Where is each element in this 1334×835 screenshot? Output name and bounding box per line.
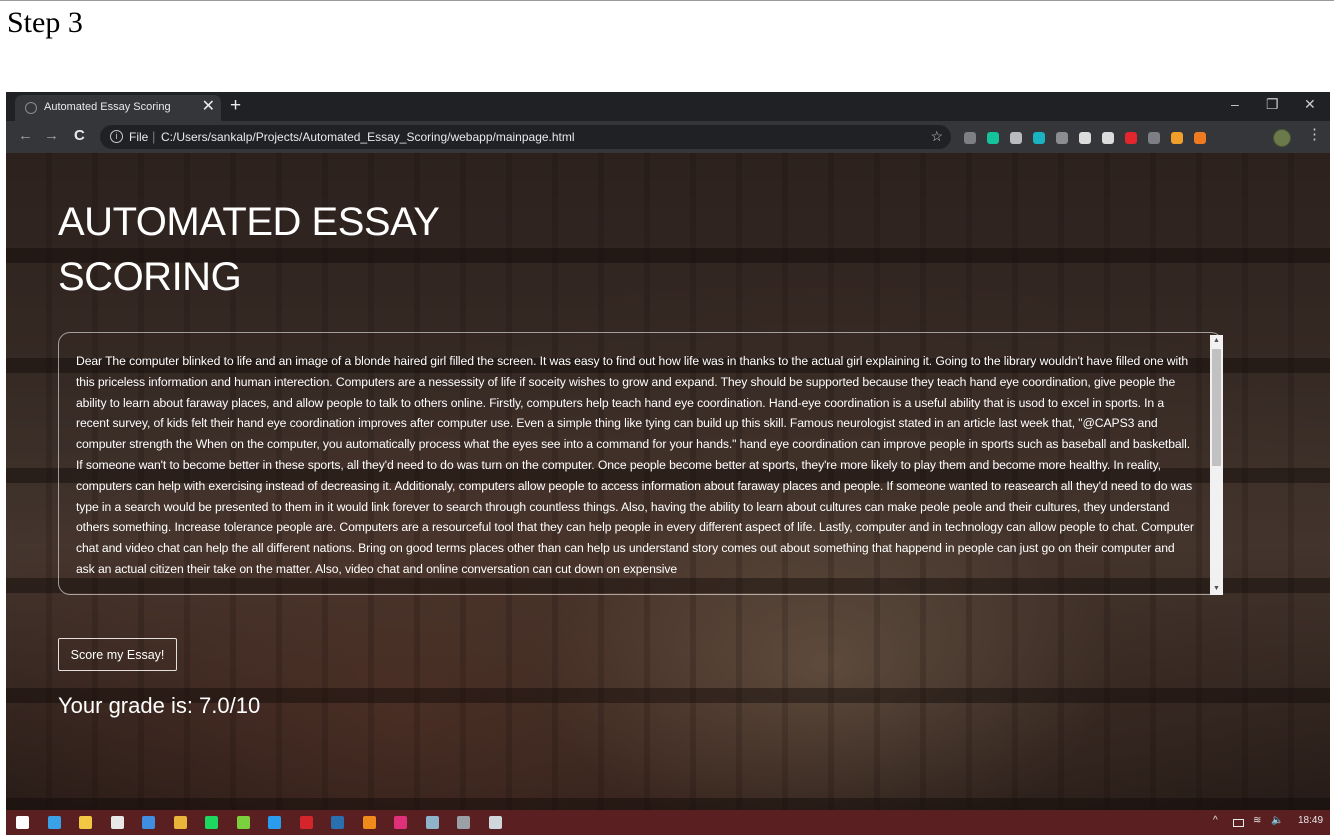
browser-toolbar: ← → C i File | C:/Users/sankalp/Projects… bbox=[6, 121, 1330, 153]
grade-result: Your grade is: 7.0/10 bbox=[58, 693, 261, 718]
photoshop-icon[interactable] bbox=[331, 816, 344, 829]
calculator-icon[interactable] bbox=[457, 816, 470, 829]
spotify-icon[interactable] bbox=[205, 816, 218, 829]
shield-red-icon[interactable] bbox=[1125, 132, 1137, 144]
monitor-icon[interactable] bbox=[425, 816, 439, 829]
tray-chevron-icon[interactable]: ^ bbox=[1213, 815, 1218, 826]
restore-button[interactable]: ❐ bbox=[1266, 96, 1279, 113]
notification-badge-icon[interactable] bbox=[1194, 132, 1206, 144]
forward-button[interactable]: → bbox=[44, 127, 59, 144]
windows-start-icon[interactable] bbox=[16, 816, 29, 829]
chrome-icon[interactable] bbox=[173, 816, 187, 829]
tab-title: Automated Essay Scoring bbox=[44, 101, 171, 113]
volume-icon[interactable]: 🔈 bbox=[1271, 815, 1283, 826]
tab-close-icon[interactable]: ✕ bbox=[202, 98, 215, 116]
wifi-icon[interactable]: ≋ bbox=[1253, 815, 1261, 826]
indesign-icon[interactable] bbox=[394, 816, 407, 829]
mail-icon[interactable] bbox=[142, 816, 155, 829]
vscode-icon[interactable] bbox=[268, 816, 281, 829]
scroll-up-icon[interactable]: ▲ bbox=[1210, 335, 1223, 347]
back-button[interactable]: ← bbox=[18, 127, 33, 144]
essay-text: Dear The computer blinked to life and an… bbox=[76, 354, 1194, 576]
square-gray-icon[interactable] bbox=[1148, 132, 1160, 144]
url-separator: | bbox=[152, 129, 156, 144]
address-bar[interactable]: i File | C:/Users/sankalp/Projects/Autom… bbox=[100, 125, 951, 149]
notes-icon[interactable] bbox=[488, 816, 502, 829]
scroll-down-icon[interactable]: ▼ bbox=[1210, 583, 1223, 595]
info-icon[interactable]: i bbox=[110, 130, 123, 143]
top-divider bbox=[0, 0, 1334, 1]
page-viewport: AUTOMATED ESSAY SCORING Dear The compute… bbox=[6, 153, 1330, 810]
essay-textarea[interactable]: Dear The computer blinked to life and an… bbox=[58, 332, 1223, 595]
scroll-thumb[interactable] bbox=[1212, 349, 1221, 466]
camera-icon[interactable] bbox=[1010, 132, 1022, 144]
globe-icon bbox=[25, 102, 37, 114]
edge-icon[interactable] bbox=[47, 816, 61, 829]
battery-icon[interactable] bbox=[1233, 819, 1244, 827]
clock[interactable]: 18:49 bbox=[1298, 815, 1323, 826]
list-icon[interactable] bbox=[1102, 132, 1114, 144]
green-ring-icon[interactable] bbox=[236, 816, 250, 829]
compass-icon[interactable] bbox=[1079, 132, 1091, 144]
file-explorer-icon[interactable] bbox=[79, 816, 92, 829]
windows-taskbar: ^ ≋ 🔈 18:49 bbox=[6, 810, 1330, 835]
essay-scrollbar[interactable]: ▲ ▼ bbox=[1210, 335, 1223, 595]
new-tab-button[interactable]: + bbox=[230, 95, 241, 117]
circle-teal-icon[interactable] bbox=[1033, 132, 1045, 144]
puzzle-icon[interactable] bbox=[1056, 132, 1068, 144]
minimize-button[interactable]: – bbox=[1231, 96, 1239, 112]
illustrator-icon[interactable] bbox=[362, 816, 376, 829]
w-logo-icon[interactable] bbox=[1171, 132, 1183, 144]
close-window-button[interactable]: ✕ bbox=[1304, 96, 1316, 113]
store-icon[interactable] bbox=[110, 816, 124, 829]
browser-window: Automated Essay Scoring ✕ + – ❐ ✕ ← → C … bbox=[6, 92, 1330, 835]
profile-avatar[interactable] bbox=[1273, 129, 1291, 147]
red-app-icon[interactable] bbox=[299, 816, 313, 829]
score-essay-button[interactable]: Score my Essay! bbox=[58, 638, 177, 671]
step-label: Step 3 bbox=[7, 6, 83, 39]
tab-strip: Automated Essay Scoring ✕ + – ❐ ✕ bbox=[6, 92, 1330, 121]
extension-e-icon[interactable] bbox=[964, 132, 976, 144]
page-title: AUTOMATED ESSAY SCORING bbox=[58, 200, 439, 299]
reload-button[interactable]: C bbox=[74, 127, 85, 144]
tab-automated-essay-scoring[interactable]: Automated Essay Scoring ✕ bbox=[15, 95, 221, 121]
bookmark-star-icon[interactable]: ☆ bbox=[930, 128, 943, 145]
grammarly-icon[interactable] bbox=[987, 132, 999, 144]
url-text[interactable]: C:/Users/sankalp/Projects/Automated_Essa… bbox=[161, 130, 575, 144]
url-scheme-label: File bbox=[129, 130, 149, 144]
browser-menu-icon[interactable]: ⋮ bbox=[1307, 127, 1322, 142]
